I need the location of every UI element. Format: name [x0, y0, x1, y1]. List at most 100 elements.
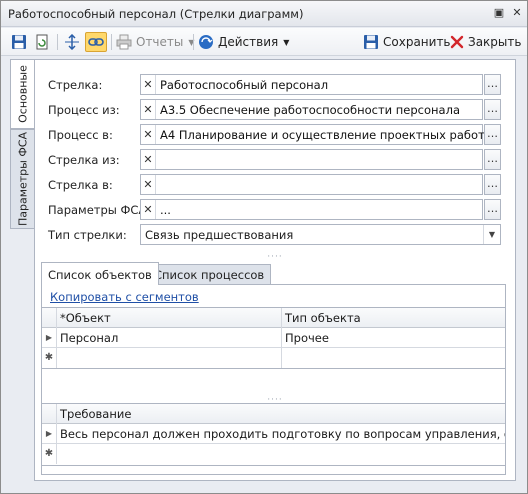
arrow-type-value: Связь предшествования [145, 228, 294, 242]
save-label: Сохранить [383, 35, 451, 49]
clear-icon[interactable]: ✕ [141, 100, 156, 119]
field-fsa-params: Параметры ФСА: ✕ ... … [48, 199, 501, 220]
arrow-to-field[interactable]: ✕ [140, 174, 483, 195]
close-label: Закрыть [468, 35, 522, 49]
field-arrow-type: Тип стрелки: Связь предшествования ▼ [48, 224, 501, 245]
tab-fsa-params-label: Параметры ФСА [16, 131, 30, 227]
clear-icon[interactable]: ✕ [141, 175, 156, 194]
toolbar-separator [193, 34, 194, 50]
cell-requirement[interactable]: Весь персонал должен проходить подготовк… [57, 424, 505, 444]
row-pointer-icon: ▶ [42, 328, 57, 348]
refresh-button[interactable] [34, 32, 50, 52]
tab-processes-label: Список процессов [154, 268, 265, 282]
process-from-field[interactable]: ✕ А3.5 Обеспечение работоспособности пер… [140, 99, 483, 120]
link-button[interactable] [85, 32, 107, 52]
field-arrow-from: Стрелка из: ✕ … [48, 149, 501, 170]
cell-object[interactable]: Персонал [57, 328, 282, 348]
actions-label: Действия [218, 35, 279, 49]
arrow-type-select[interactable]: Связь предшествования ▼ [140, 224, 501, 245]
new-row-asterisk-icon: ✱ [42, 444, 57, 464]
field-process-from: Процесс из: ✕ А3.5 Обеспечение работоспо… [48, 99, 501, 120]
cell-object-type[interactable]: Прочее [282, 328, 507, 348]
reports-label: Отчеты [136, 35, 184, 49]
actions-globe-icon [199, 35, 213, 49]
tab-main[interactable]: Основные [10, 59, 36, 129]
main-panel: Стрелка: ✕ Работоспособный персонал … Пр… [34, 59, 516, 481]
chevron-down-icon[interactable]: ▼ [483, 225, 500, 244]
split-arrows-icon [65, 34, 79, 50]
toolbar-separator [111, 34, 112, 50]
arrow-ellipsis-button[interactable]: … [484, 74, 501, 95]
objects-grid: *Объект Тип объекта ▶ Персонал Прочее ✱ [41, 307, 506, 369]
tab-objects-label: Список объектов [48, 268, 152, 282]
red-x-icon [450, 35, 464, 49]
process-from-value: А3.5 Обеспечение работоспособности персо… [160, 103, 460, 117]
row-indicator-header [42, 404, 57, 424]
new-row[interactable]: ✱ [42, 348, 505, 368]
save-quick-button[interactable] [11, 32, 27, 52]
row-indicator-header [42, 308, 57, 328]
restore-icon[interactable]: ▣ [492, 6, 506, 20]
new-row-asterisk-icon: ✱ [42, 348, 57, 368]
tab-processes[interactable]: Список процессов [147, 264, 272, 284]
grid-header: *Объект Тип объекта [42, 308, 505, 328]
new-row[interactable]: ✱ [42, 444, 505, 464]
arrow-from-label: Стрелка из: [48, 153, 120, 167]
toolbar-separator [57, 34, 58, 50]
clear-icon[interactable]: ✕ [141, 125, 156, 144]
title-bar: Работоспособный персонал (Стрелки диагра… [1, 1, 527, 27]
window-title: Работоспособный персонал (Стрелки диагра… [8, 7, 304, 21]
arrow-to-ellipsis-button[interactable]: … [484, 174, 501, 195]
requirements-grid: Требование ▶ Весь персонал должен проход… [41, 403, 506, 466]
field-arrow-to: Стрелка в: ✕ … [48, 174, 501, 195]
process-to-label: Процесс в: [48, 128, 113, 142]
process-to-ellipsis-button[interactable]: … [484, 124, 501, 145]
printer-icon [116, 34, 132, 50]
close-button[interactable]: Закрыть [450, 32, 521, 52]
inner-tabs: Список объектов Список процессов [41, 262, 511, 285]
fsa-params-value: ... [160, 203, 171, 217]
tab-objects[interactable]: Список объектов [41, 262, 159, 285]
reports-button[interactable]: Отчеты ▼ [116, 32, 195, 52]
process-from-label: Процесс из: [48, 103, 120, 117]
column-object[interactable]: *Объект [57, 308, 282, 328]
arrow-type-label: Тип стрелки: [48, 228, 127, 242]
tab-fsa-params[interactable]: Параметры ФСА [10, 129, 36, 229]
fsa-params-field[interactable]: ✕ ... [140, 199, 483, 220]
splitter-grip-icon[interactable]: ···· [266, 252, 284, 262]
objects-panel: Копировать с сегментов *Объект Тип объек… [41, 284, 506, 475]
process-from-ellipsis-button[interactable]: … [484, 99, 501, 120]
copy-from-segments-link[interactable]: Копировать с сегментов [50, 290, 199, 304]
arrow-label: Стрелка: [48, 78, 103, 92]
clear-icon[interactable]: ✕ [141, 75, 156, 94]
cell-new-object[interactable] [57, 348, 282, 368]
link-icon [88, 38, 104, 46]
column-object-type[interactable]: Тип объекта [282, 308, 507, 328]
fsa-params-ellipsis-button[interactable]: … [484, 199, 501, 220]
table-row[interactable]: ▶ Весь персонал должен проходить подгото… [42, 424, 505, 444]
field-arrow: Стрелка: ✕ Работоспособный персонал … [48, 74, 501, 95]
segments-button[interactable] [63, 32, 81, 52]
document-refresh-icon [36, 34, 48, 50]
process-to-value: А4 Планирование и осуществление проектны… [160, 128, 485, 142]
actions-button[interactable]: Действия ▼ [198, 32, 289, 52]
cell-new-object-type[interactable] [282, 348, 507, 368]
window: Работоспособный персонал (Стрелки диагра… [0, 0, 528, 494]
clear-icon[interactable]: ✕ [141, 150, 156, 169]
process-to-field[interactable]: ✕ А4 Планирование и осуществление проект… [140, 124, 485, 145]
toolbar: Отчеты ▼ Действия ▼ Сохранить Закрыть [1, 28, 527, 56]
save-button[interactable]: Сохранить [363, 32, 451, 52]
cell-new-requirement[interactable] [57, 444, 505, 464]
row-pointer-icon: ▶ [42, 424, 57, 444]
arrow-from-field[interactable]: ✕ [140, 149, 483, 170]
arrow-value: Работоспособный персонал [160, 78, 329, 92]
clear-icon[interactable]: ✕ [141, 200, 156, 219]
arrow-to-label: Стрелка в: [48, 178, 113, 192]
arrow-field[interactable]: ✕ Работоспособный персонал [140, 74, 483, 95]
save-icon [364, 35, 378, 49]
close-icon[interactable]: ✕ [510, 6, 524, 20]
arrow-from-ellipsis-button[interactable]: … [484, 149, 501, 170]
column-requirement[interactable]: Требование [57, 404, 505, 424]
tab-main-label: Основные [16, 65, 30, 123]
table-row[interactable]: ▶ Персонал Прочее [42, 328, 505, 348]
